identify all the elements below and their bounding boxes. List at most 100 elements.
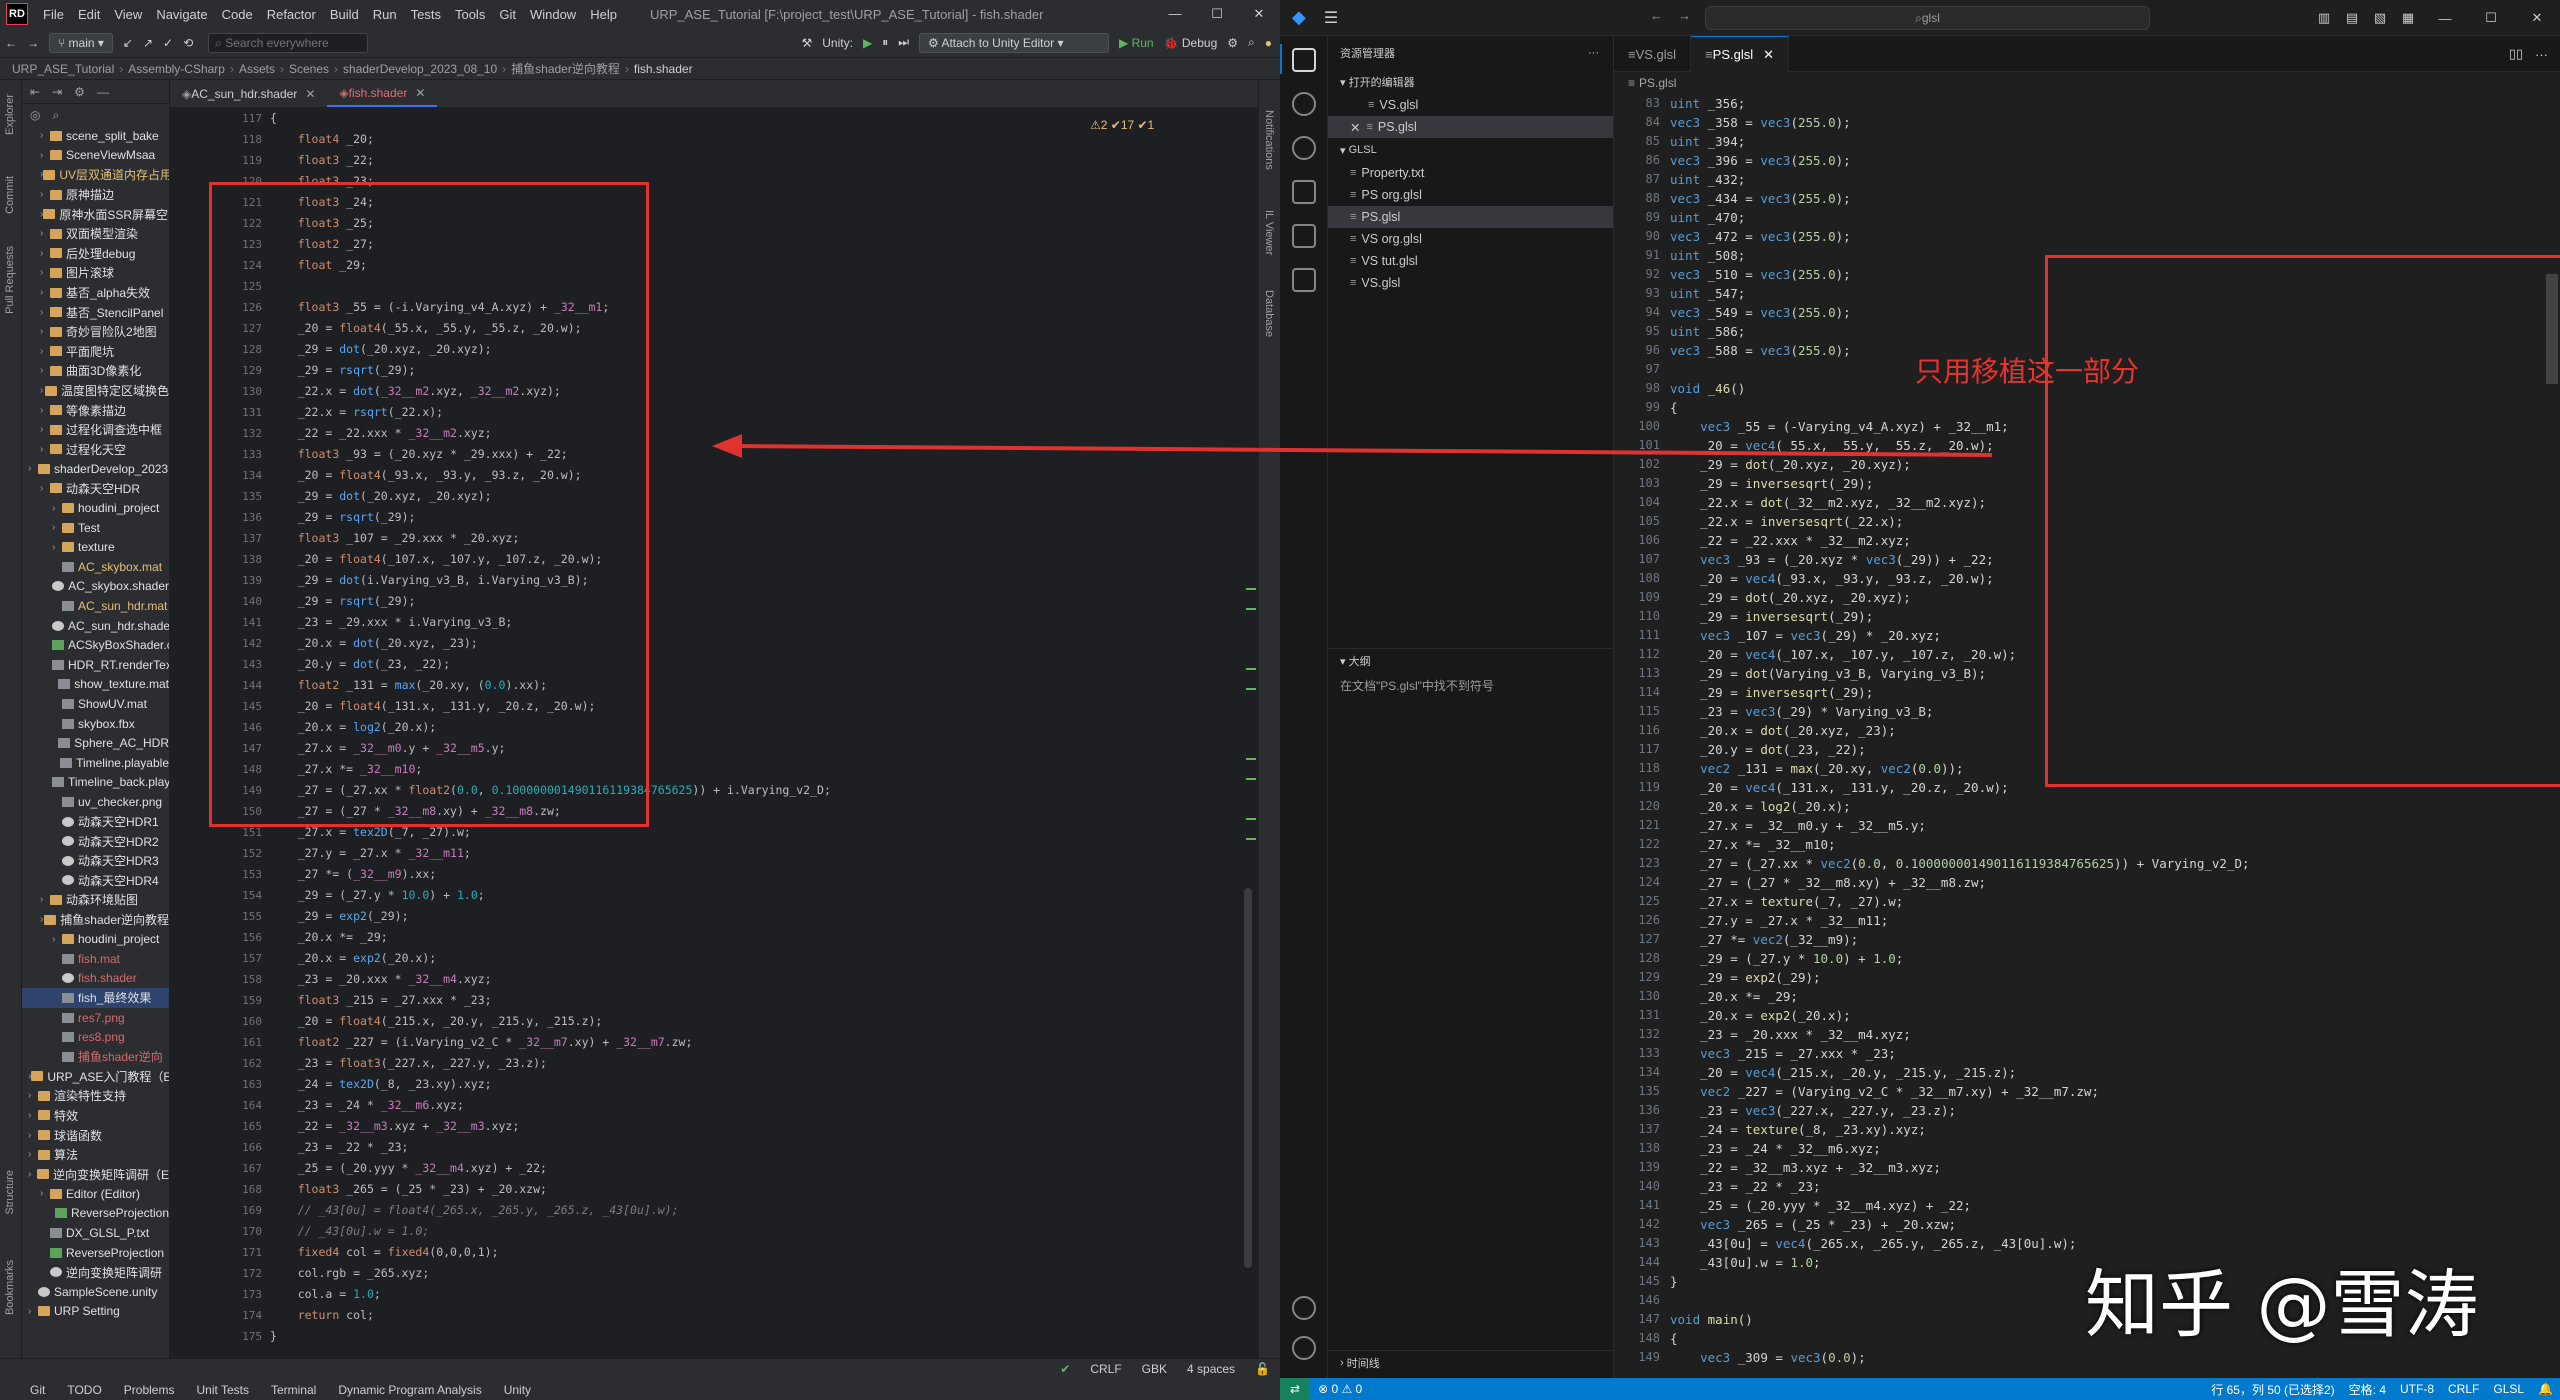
bottom-tab-terminal[interactable]: Terminal [271, 1383, 316, 1397]
run-button[interactable]: ▶ Run [1119, 36, 1154, 50]
tree-item[interactable]: SampleScene.unity [22, 1282, 169, 1302]
cursor-position[interactable]: 行 65，列 50 (已选择2) [2211, 1381, 2334, 1398]
tree-item[interactable]: › 基否_alpha失效 [22, 283, 169, 303]
chevron-icon[interactable]: › [40, 346, 50, 357]
tree-item[interactable]: fish.shader [22, 969, 169, 989]
chevron-icon[interactable]: › [40, 424, 50, 435]
chevron-icon[interactable]: › [52, 934, 62, 945]
tree-item[interactable]: › houdini_project [22, 498, 169, 518]
outline-header[interactable]: ▾ 大纲 [1328, 649, 1614, 673]
tree-item[interactable]: skybox.fbx [22, 714, 169, 734]
tree-item[interactable]: HDR_RT.renderTexture [22, 655, 169, 675]
tree-item[interactable]: › URP_ASE入门教程（E [22, 1067, 169, 1087]
chevron-icon[interactable]: › [28, 1306, 38, 1317]
breadcrumb-item[interactable]: URP_ASE_Tutorial [12, 62, 114, 76]
update-icon[interactable]: ↙ [123, 36, 133, 50]
open-editors-section[interactable]: ▾ 打开的编辑器 [1328, 70, 1613, 94]
indent-setting[interactable]: 4 spaces [1187, 1362, 1235, 1376]
account-icon[interactable] [1292, 1296, 1316, 1320]
tool-window-notifications[interactable]: Notifications [1263, 110, 1275, 170]
search-icon[interactable]: ⌕ [1248, 35, 1255, 50]
menu-run[interactable]: Run [373, 7, 397, 22]
tool-window-bookmarks[interactable]: Bookmarks [4, 1260, 16, 1315]
forward-icon[interactable]: → [27, 36, 39, 50]
tree-item[interactable]: AC_skybox.shader [22, 577, 169, 597]
bottom-tab-todo[interactable]: TODO [67, 1383, 101, 1397]
language-mode[interactable]: GLSL [2493, 1382, 2524, 1396]
chevron-icon[interactable]: › [40, 248, 50, 259]
tree-item[interactable]: ReverseProjection [22, 1243, 169, 1263]
chevron-icon[interactable]: › [28, 1110, 38, 1121]
remote-indicator-icon[interactable]: ⇄ [1280, 1378, 1311, 1400]
settings-gear-icon[interactable] [1292, 1336, 1316, 1360]
tree-item[interactable]: ACSkyBoxShader.cs [22, 635, 169, 655]
tree-item[interactable]: › 逆向变换矩阵调研（E [22, 1164, 169, 1184]
sidebar-icon[interactable]: ▧ [2366, 10, 2394, 26]
chevron-icon[interactable]: › [40, 444, 50, 455]
bottom-tab-unit-tests[interactable]: Unit Tests [196, 1383, 248, 1397]
tree-item[interactable]: › 过程化调查选中框 [22, 420, 169, 440]
branch-selector[interactable]: ⑂ main ▾ [49, 32, 113, 53]
extensions-icon[interactable] [1292, 224, 1316, 248]
tree-item[interactable]: 动森天空HDR1 [22, 812, 169, 832]
tree-item[interactable]: › 温度图特定区域换色 [22, 381, 169, 401]
chevron-icon[interactable]: › [40, 130, 50, 141]
vscode-scrollbar[interactable] [2540, 94, 2560, 1378]
menu-code[interactable]: Code [222, 7, 253, 22]
close-tab-icon[interactable]: ✕ [1763, 47, 1774, 63]
more-actions-icon[interactable]: ··· [1588, 47, 1599, 59]
tree-item[interactable]: DX_GLSL_P.txt [22, 1223, 169, 1243]
tree-item[interactable]: fish.mat [22, 949, 169, 969]
rider-scrollbar[interactable] [1240, 108, 1258, 1358]
folder-section[interactable]: ▾ GLSL [1328, 138, 1613, 162]
run-config-selector[interactable]: ⚙ Attach to Unity Editor ▾ [919, 32, 1110, 53]
close-icon[interactable]: ✕ [1350, 120, 1360, 135]
chevron-icon[interactable]: › [40, 150, 50, 161]
tool-window-database[interactable]: Database [1263, 290, 1275, 337]
tree-item[interactable]: res7.png [22, 1008, 169, 1028]
tree-item[interactable]: show_texture.mat [22, 675, 169, 695]
tree-item[interactable]: › 曲面3D像素化 [22, 361, 169, 381]
encoding[interactable]: UTF-8 [2400, 1382, 2434, 1396]
tree-item[interactable]: AC_sun_hdr.mat [22, 596, 169, 616]
split-editor-icon[interactable]: ▯▯ [2509, 46, 2523, 62]
forward-icon[interactable]: → [1678, 8, 1691, 23]
tree-item[interactable]: › SceneViewMsaa [22, 146, 169, 166]
tree-item[interactable]: › URP Setting [22, 1302, 169, 1322]
file-item[interactable]: ≡ VS.glsl [1328, 272, 1613, 294]
chevron-icon[interactable]: › [28, 1149, 38, 1160]
chevron-icon[interactable]: › [40, 307, 50, 318]
source-control-icon[interactable] [1292, 136, 1316, 160]
close-tab-icon[interactable]: ✕ [305, 87, 315, 101]
chevron-icon[interactable]: › [52, 522, 62, 533]
tree-item[interactable]: › texture [22, 537, 169, 557]
chevron-icon[interactable]: › [52, 542, 62, 553]
breadcrumb-item[interactable]: Assembly-CSharp [128, 62, 225, 76]
hammer-icon[interactable]: ⚒ [802, 36, 813, 50]
rider-code-area[interactable]: { float4 _20; float3 _22; float3 _23; fl… [270, 108, 1240, 1358]
tree-item[interactable]: › 捕鱼shader逆向教程 [22, 910, 169, 930]
tree-item[interactable]: 捕鱼shader逆向 [22, 1047, 169, 1067]
search-icon[interactable]: ⌕ [52, 108, 59, 123]
breadcrumb-item[interactable]: 捕鱼shader逆向教程 [511, 60, 620, 77]
menu-icon[interactable]: ☰ [1324, 8, 1338, 28]
chevron-icon[interactable]: › [52, 503, 62, 514]
tree-item[interactable]: › 等像素描边 [22, 400, 169, 420]
tab-ac_sun_hdr-shader[interactable]: ◈ AC_sun_hdr.shader ✕ [170, 81, 327, 107]
line-separator[interactable]: CRLF [1090, 1362, 1121, 1376]
chevron-icon[interactable]: › [40, 267, 50, 278]
tree-item[interactable]: › 球谐函数 [22, 1125, 169, 1145]
tool-window-il-viewer[interactable]: IL Viewer [1263, 210, 1275, 255]
open-editor-item[interactable]: ≡ VS.glsl [1328, 94, 1613, 116]
tree-item[interactable]: › 算法 [22, 1145, 169, 1165]
settings-icon[interactable]: ⚙ [74, 85, 85, 99]
tree-item[interactable]: › Editor (Editor) [22, 1184, 169, 1204]
bottom-tab-unity[interactable]: Unity [504, 1383, 531, 1397]
layout-grid-icon[interactable]: ▦ [2394, 10, 2422, 26]
open-editor-item[interactable]: ✕ ≡ PS.glsl [1328, 116, 1613, 138]
chevron-icon[interactable]: › [40, 483, 50, 494]
tree-item[interactable]: › 图片滚球 [22, 263, 169, 283]
remote-explorer-icon[interactable] [1292, 268, 1316, 292]
tree-item[interactable]: › Test [22, 518, 169, 538]
chevron-icon[interactable]: › [40, 326, 50, 337]
